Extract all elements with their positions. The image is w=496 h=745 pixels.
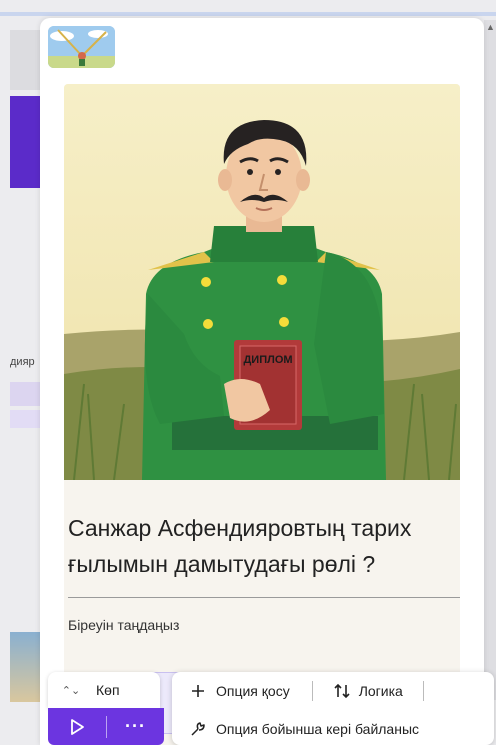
scrollbar-track[interactable] [484, 20, 496, 700]
swap-arrows-icon [334, 683, 350, 699]
question-text[interactable]: Санжар Асфендияровтың тарих ғылымын дамы… [68, 510, 460, 582]
app-top-border [0, 12, 496, 16]
add-option-button[interactable]: Опция қосу [190, 683, 290, 699]
slide-thumbnail[interactable] [48, 26, 115, 68]
play-button[interactable] [48, 718, 106, 736]
option-toolbar-row-2: Опция бойынша кері байланыс [172, 712, 419, 745]
option-feedback-label: Опция бойынша кері байланыс [216, 720, 420, 737]
background-row-highlight [10, 382, 40, 406]
logic-button[interactable]: Логика [333, 683, 403, 699]
option-toolbar: Опция қосу Логика Опция бойынша кері бай… [172, 672, 494, 745]
toolbar-separator [422, 681, 424, 701]
sidebar-block [10, 30, 40, 90]
background-label: дияр [10, 356, 35, 368]
sidebar-active-block[interactable] [10, 96, 40, 188]
question-type-selector[interactable]: ⌃⌄ Көп [48, 672, 160, 708]
book-title: ДИПЛОМ [243, 354, 292, 366]
question-image: ДИПЛОМ [64, 84, 460, 480]
more-options-button[interactable]: ··· [107, 716, 164, 737]
preview-action-bar: ··· [48, 708, 164, 745]
play-icon [71, 718, 84, 735]
add-option-label: Опция қосу [216, 683, 290, 699]
chevron-updown-icon: ⌃⌄ [61, 684, 81, 697]
question-divider [68, 597, 460, 598]
background-thumbnail [10, 632, 40, 702]
background-row-highlight-2 [10, 410, 40, 428]
question-card: ДИПЛОМ Санжар Асфендияровтың тарих ғылым… [64, 84, 460, 745]
toolbar-separator [311, 681, 313, 701]
scroll-up-icon[interactable]: ▲ [486, 22, 495, 32]
option-toolbar-row-1: Опция қосу Логика [172, 672, 424, 710]
question-type-label: Көп [96, 682, 120, 698]
plus-icon [192, 685, 204, 697]
wrench-icon [191, 721, 205, 736]
logic-label: Логика [358, 683, 403, 699]
answer-instruction: Біреуін таңдаңыз [68, 617, 180, 633]
question-preview-panel: ДИПЛОМ Санжар Асфендияровтың тарих ғылым… [40, 18, 484, 745]
option-feedback-button[interactable]: Опция бойынша кері байланыс [190, 721, 419, 737]
